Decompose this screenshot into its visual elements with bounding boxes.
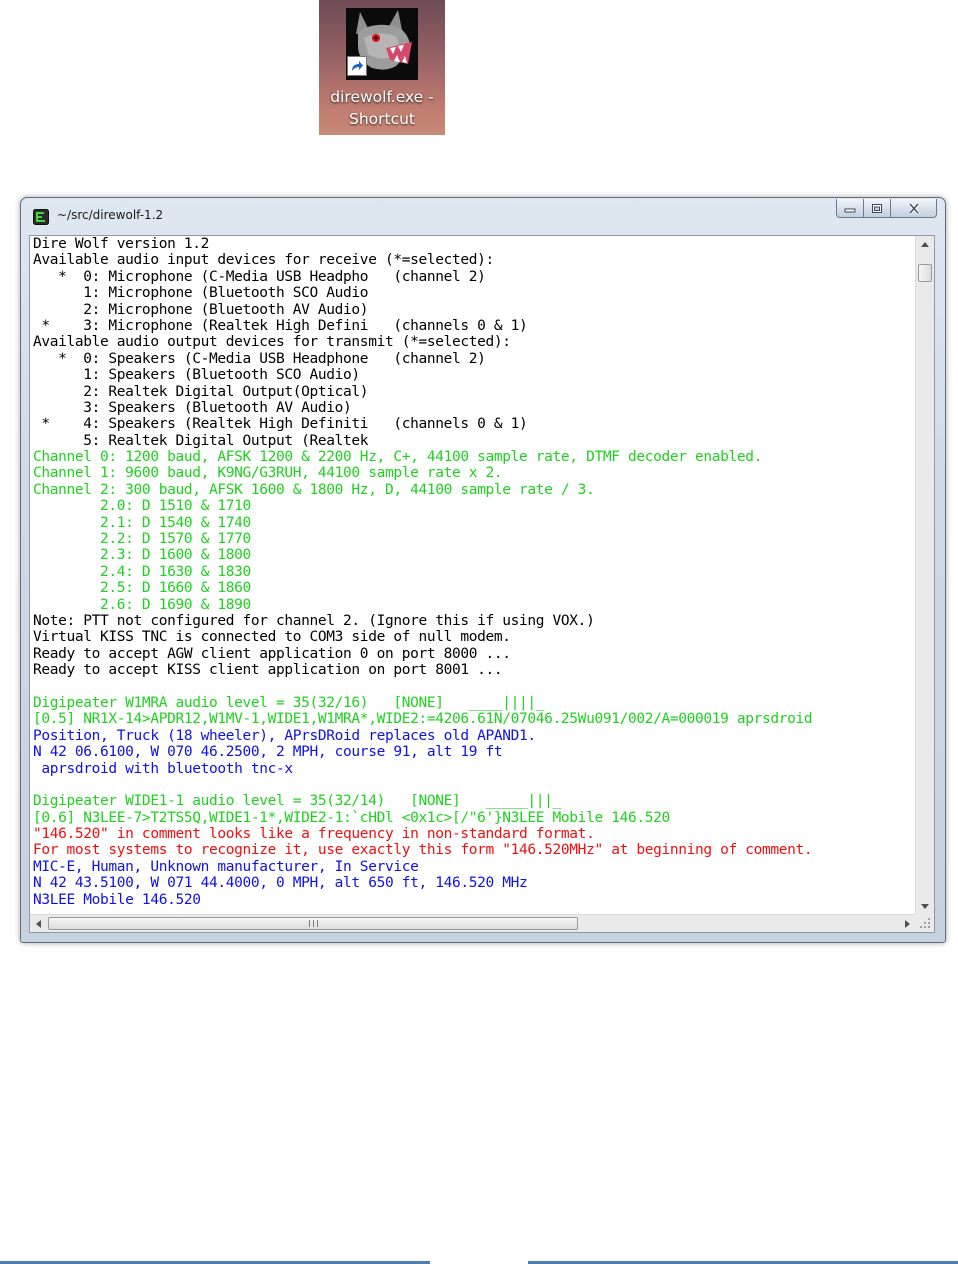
console-line: Position, Truck (18 wheeler), APrsDRoid … [33,727,536,744]
close-button[interactable] [891,199,937,218]
vertical-scrollbar[interactable] [915,236,934,915]
arrow-up-icon [921,242,929,247]
console-line: [0.6] N3LEE-7>T2TS5Q,WIDE1-1*,WIDE2-1:`c… [33,809,670,826]
console-line: Channel 1: 9600 baud, K9NG/G3RUH, 44100 … [33,465,503,482]
console-line: Virtual KISS TNC is connected to COM3 si… [33,629,511,646]
console-line: 1: Speakers (Bluetooth SCO Audio) [33,367,360,384]
console-line: Available audio output devices for trans… [33,334,511,351]
horizontal-scroll-thumb[interactable] [48,917,578,930]
console-line: Note: PTT not configured for channel 2. … [33,612,595,629]
console-output[interactable]: Dire Wolf version 1.2 Available audio inp… [30,236,916,915]
arrow-right-icon [905,919,910,928]
console-line: 5: Realtek Digital Output (Realtek [33,432,369,449]
console-line: 2.3: D 1600 & 1800 [33,547,251,564]
grip-icon [308,920,318,927]
console-line: MIC-E, Human, Unknown manufacturer, In S… [33,858,419,875]
console-line: * 4: Speakers (Realtek High Definiti (ch… [33,416,528,433]
scroll-right-button[interactable] [899,915,916,932]
arrow-left-icon [36,919,41,928]
minimize-button[interactable] [836,199,864,218]
window-title: ~/src/direwolf-1.2 [57,208,164,222]
minimize-icon [844,208,856,213]
close-icon [908,202,919,214]
console-line: 2.1: D 1540 & 1740 [33,514,251,531]
console-client-area[interactable]: Dire Wolf version 1.2 Available audio inp… [29,235,935,933]
console-line: [0.5] NR1X-14>APDR12,W1MV-1,WIDE1,W1MRA*… [33,711,813,728]
console-line: 2.4: D 1630 & 1830 [33,563,251,580]
horizontal-scrollbar[interactable] [30,914,916,932]
console-line: N 42 06.6100, W 070 46.2500, 2 MPH, cour… [33,744,503,761]
maximize-button[interactable] [864,199,891,218]
console-line: Digipeater W1MRA audio level = 35(32/16)… [33,694,545,711]
console-line: Dire Wolf version 1.2 [33,236,209,252]
console-line: Ready to accept AGW client application 0… [33,645,511,662]
vertical-scroll-thumb[interactable] [918,264,932,282]
console-line: 2: Microphone (Bluetooth AV Audio) [33,301,369,318]
console-line: aprsdroid with bluetooth tnc-x [33,760,293,777]
title-bar[interactable]: ~/src/direwolf-1.2 [21,198,945,234]
console-line: 2: Realtek Digital Output(Optical) [33,383,369,400]
console-line: Ready to accept KISS client application … [33,662,503,679]
console-line: Available audio input devices for receiv… [33,252,494,269]
console-line: 2.2: D 1570 & 1770 [33,531,251,548]
arrow-down-icon [921,904,929,909]
console-line: N3LEE Mobile 146.520 [33,891,201,908]
scroll-up-button[interactable] [916,236,934,253]
console-line: 1: Microphone (Bluetooth SCO Audio [33,285,369,302]
console-line: Channel 2: 300 baud, AFSK 1600 & 1800 Hz… [33,481,595,498]
maximize-icon [872,203,882,213]
caption-buttons [836,199,937,219]
console-line: N 42 43.5100, W 071 44.4000, 0 MPH, alt … [33,875,528,892]
terminal-icon[interactable] [33,209,49,225]
shortcut-label-line2: Shortcut [348,110,416,128]
console-line: * 3: Microphone (Realtek High Defini (ch… [33,317,528,334]
console-line: * 0: Microphone (C-Media USB Headpho (ch… [33,268,486,285]
console-line: For most systems to recognize it, use ex… [33,842,813,859]
console-window: ~/src/direwolf-1.2 Dire Wolf version 1.2… [20,197,946,943]
console-line: "146.520" in comment looks like a freque… [33,826,595,843]
console-line: Channel 0: 1200 baud, AFSK 1200 & 2200 H… [33,449,763,466]
resize-grip[interactable] [915,914,934,932]
console-line: 3: Speakers (Bluetooth AV Audio) [33,399,352,416]
shortcut-arrow-icon [347,56,367,76]
scroll-left-button[interactable] [30,915,47,932]
resize-grip-icon [920,918,930,928]
console-line: Digipeater WIDE1-1 audio level = 35(32/1… [33,793,561,810]
shortcut-label-line1: direwolf.exe - [330,88,434,106]
console-line: 2.0: D 1510 & 1710 [33,498,251,515]
desktop-shortcut-direwolf[interactable]: direwolf.exe - Shortcut [319,0,445,135]
console-line: 2.5: D 1660 & 1860 [33,580,251,597]
console-line: * 0: Speakers (C-Media USB Headphone (ch… [33,350,486,367]
shortcut-label: direwolf.exe - Shortcut [319,86,445,130]
console-line: 2.6: D 1690 & 1890 [33,596,251,613]
scroll-down-button[interactable] [916,898,934,915]
